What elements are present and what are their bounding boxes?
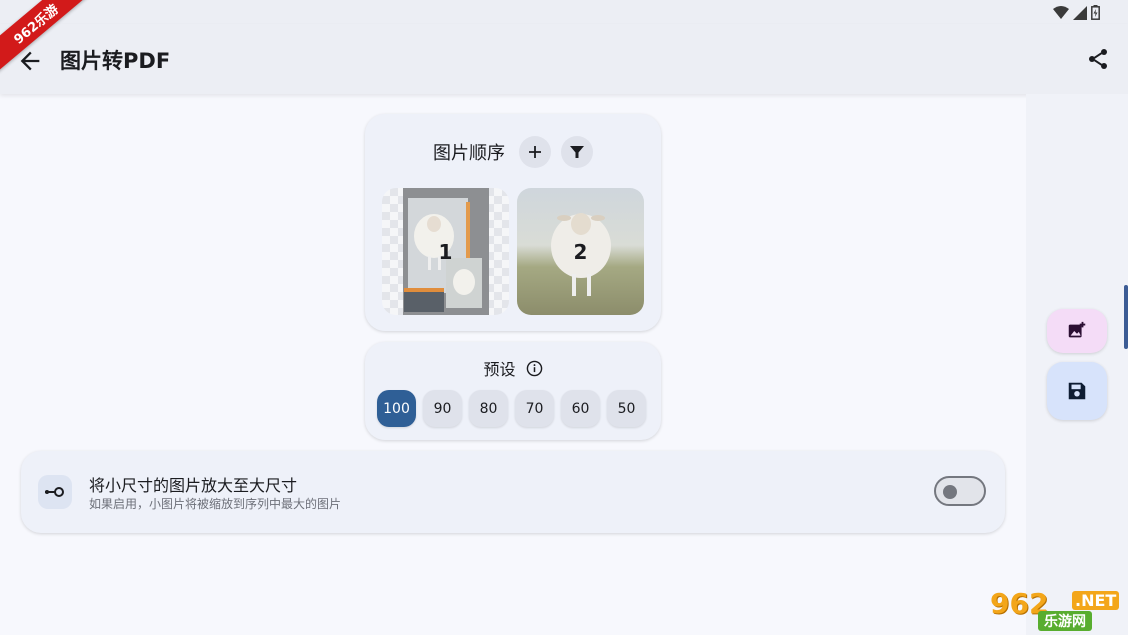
scroll-indicator[interactable] [1124, 285, 1128, 349]
setting-subtitle: 如果启用，小图片将被缩放到序列中最大的图片 [89, 497, 342, 511]
upscale-setting-card[interactable]: 将小尺寸的图片放大至大尺寸 如果启用，小图片将被缩放到序列中最大的图片 [21, 451, 1005, 533]
save-button[interactable] [1047, 362, 1107, 420]
preset-chip-group: 100 90 80 70 60 50 [377, 390, 646, 427]
page-title: 图片转PDF [60, 49, 171, 73]
status-bar [0, 0, 1128, 24]
presets-title: 预设 [483, 360, 516, 379]
thumbnail-number: 2 [573, 239, 588, 264]
save-icon [1068, 382, 1086, 400]
key-icon [45, 487, 64, 497]
preset-chip-50[interactable]: 50 [607, 390, 646, 427]
wifi-icon [1053, 5, 1069, 19]
preset-chip-100[interactable]: 100 [377, 390, 416, 427]
image-order-title: 图片顺序 [433, 143, 505, 164]
share-icon[interactable] [1086, 47, 1110, 71]
presets-header: 预设 [365, 356, 661, 380]
battery-icon [1091, 5, 1100, 20]
filter-icon [570, 146, 584, 158]
preset-chip-60[interactable]: 60 [561, 390, 600, 427]
image-order-header: 图片顺序 [365, 136, 661, 168]
preset-chip-70[interactable]: 70 [515, 390, 554, 427]
upscale-toggle[interactable] [934, 476, 986, 506]
watermark-logo: 962 .NET 乐游网 [990, 587, 1120, 631]
setting-icon-container [38, 475, 72, 509]
image-order-card: 图片顺序 1 2 [365, 114, 661, 331]
setting-title: 将小尺寸的图片放大至大尺寸 [89, 476, 298, 495]
preset-chip-90[interactable]: 90 [423, 390, 462, 427]
presets-card: 预设 100 90 80 70 60 50 [365, 342, 661, 440]
toggle-knob [943, 485, 957, 499]
signal-icon [1073, 5, 1087, 20]
image-thumbnail[interactable]: 1 [382, 188, 509, 315]
plus-icon [529, 146, 541, 158]
preset-chip-80[interactable]: 80 [469, 390, 508, 427]
thumbnail-number: 1 [438, 239, 453, 264]
info-icon[interactable] [526, 360, 543, 377]
add-photo-icon [1068, 321, 1086, 338]
status-icons [1053, 5, 1100, 20]
filter-button[interactable] [561, 136, 593, 168]
add-button[interactable] [519, 136, 551, 168]
top-app-bar: 图片转PDF [0, 24, 1128, 94]
add-image-button[interactable] [1047, 309, 1107, 353]
image-thumbnail[interactable]: 2 [517, 188, 644, 315]
watermark-name: 乐游网 [1038, 611, 1092, 631]
watermark-net: .NET [1072, 591, 1120, 610]
